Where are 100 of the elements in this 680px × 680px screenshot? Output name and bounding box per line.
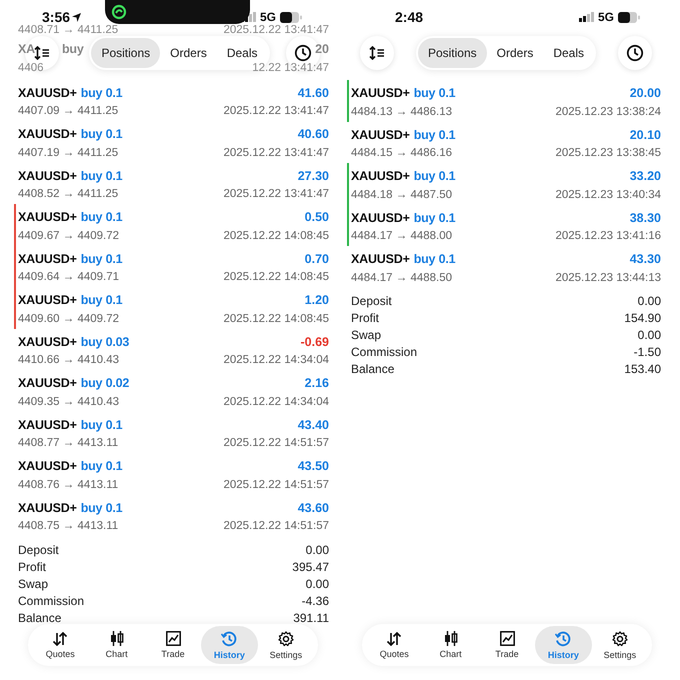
- price-text: 4408.77 → 4413.11: [18, 437, 118, 449]
- symbol-text: XAUUSD+: [18, 376, 77, 390]
- side-text: buy 0.1: [80, 210, 122, 224]
- summary-value: 395.47: [292, 560, 329, 574]
- summary-label: Commission: [351, 345, 418, 359]
- profit-text: 0.70: [304, 252, 329, 266]
- deal-row[interactable]: XAUUSD+ buy 0.1 33.20 4484.18 → 4487.50 2025.12.23 13:40:34: [351, 163, 661, 204]
- deal-row[interactable]: XAUUSD+ buy 0.1 40.60 4407.19 → 4411.25 2025.12.22 13:41:47: [18, 121, 329, 162]
- symbol-text: XAUUSD+: [18, 168, 77, 182]
- profit-text: 43.30: [630, 252, 661, 266]
- symbol-text: XAUUSD+: [18, 127, 77, 141]
- side-text: buy 0.1: [80, 252, 122, 266]
- tab[interactable]: Deals: [543, 38, 594, 68]
- deal-row[interactable]: XAUUSD+ buy 0.1 27.30 4408.52 → 4411.25 2025.12.22 13:41:47: [18, 162, 329, 204]
- side-text: buy 0.1: [414, 86, 456, 100]
- tab[interactable]: Positions: [418, 38, 487, 68]
- side-text: buy 0.03: [80, 334, 130, 348]
- deal-row[interactable]: XAUUSD+ buy 0.1 43.50 4408.76 → 4413.11 2025.12.22 14:51:57: [18, 453, 329, 494]
- deal-row[interactable]: XAUUSD+ buy 0.1 43.60 4408.75 → 4413.11 2025.12.22 14:51:57: [18, 494, 329, 536]
- nav-item[interactable]: Chart: [88, 626, 145, 664]
- nav-item[interactable]: Chart: [422, 626, 479, 664]
- price-text: 4408.52 → 4411.25: [18, 188, 118, 200]
- deal-row[interactable]: XAUUSD+ buy 0.1 43.30 4484.17 → 4488.50 2025.12.23 13:44:13: [351, 246, 661, 288]
- side-text: buy 0.1: [80, 127, 122, 141]
- date-text: 2025.12.23 13:40:34: [555, 188, 661, 200]
- summary-value: -4.36: [302, 594, 329, 608]
- settings-icon: [278, 630, 294, 646]
- price-text: 4409.60 → 4409.72: [18, 312, 120, 324]
- price-text: 4409.67 → 4409.72: [18, 230, 120, 242]
- symbol-text: XAUUSD+: [351, 169, 410, 183]
- summary-label: Swap: [351, 328, 382, 342]
- profit-text: 43.40: [298, 418, 329, 432]
- nav-item[interactable]: Trade: [478, 626, 536, 664]
- profit-text: 20.00: [630, 86, 661, 100]
- symbol-text: XAUUSD+: [18, 252, 77, 266]
- deal-row[interactable]: XAUUSD+ buy 0.1 38.30 4484.17 → 4488.00 2025.12.23 13:41:16: [351, 204, 661, 246]
- deal-row[interactable]: XAUUSD+ buy 0.1 41.60 4407.09 → 4411.25 2025.12.22 13:41:47: [18, 80, 329, 121]
- price-text: 4484.15 → 4486.16: [351, 147, 452, 159]
- profit-text: 20.10: [630, 128, 661, 142]
- deal-row[interactable]: XAUUSD+ buy 0.1 20.00 4484.13 → 4486.13 2025.12.23 13:38:24: [351, 80, 661, 122]
- price-text: 4406: [18, 62, 44, 74]
- nav-item[interactable]: Trade: [144, 626, 202, 664]
- chart-icon: [500, 631, 515, 646]
- chart-icon: [166, 631, 181, 646]
- price-text: 4484.17 → 4488.00: [351, 230, 452, 242]
- deal-row[interactable]: XAUUSD+ buy 0.1 0.50 4409.67 → 4409.72 2025.12.22 14:08:45: [18, 204, 329, 246]
- nav-item[interactable]: Quotes: [366, 626, 422, 664]
- tab[interactable]: Orders: [486, 38, 544, 68]
- nav-item[interactable]: Settings: [592, 626, 648, 664]
- price-text: 4408.75 → 4413.11: [18, 520, 118, 532]
- sort-icon: [34, 46, 50, 60]
- date-text: 12.22 13:41:47: [252, 62, 329, 74]
- date-text: 2025.12.22 14:34:04: [223, 354, 329, 366]
- tab[interactable]: Positions: [91, 38, 160, 68]
- date-text: 2025.12.22 14:51:57: [223, 478, 329, 490]
- price-text: 4410.66 → 4410.43: [18, 354, 120, 366]
- nav-item[interactable]: Settings: [258, 626, 314, 664]
- profit-text: 1.20: [304, 293, 329, 307]
- profit-text: 40.60: [298, 127, 329, 141]
- price-text: 4407.19 → 4411.25: [18, 146, 118, 158]
- price-text: 4409.35 → 4410.43: [18, 396, 120, 408]
- side-text: buy 0.1: [80, 418, 122, 432]
- deal-row[interactable]: XAUUSD+ buy 0.1 0.70 4409.64 → 4409.71 2025.12.22 14:08:45: [18, 246, 329, 287]
- price-text: 4409.64 → 4409.71: [18, 271, 120, 283]
- symbol-text: XAUUSD+: [351, 252, 410, 266]
- clock-button[interactable]: [618, 36, 652, 70]
- symbol-text: XAUUSD+: [18, 500, 77, 514]
- side-text: buy 0.1: [80, 86, 122, 100]
- symbol-text: XAUUSD+: [351, 86, 410, 100]
- summary-value: 153.40: [624, 362, 661, 376]
- price-text: 4484.17 → 4488.50: [351, 272, 452, 284]
- history-icon: [555, 630, 572, 646]
- summary-label: Deposit: [18, 542, 59, 556]
- candles-icon: [110, 631, 124, 646]
- symbol-text: XAUUSD+: [18, 418, 77, 432]
- date-text: 2025.12.23 13:41:16: [555, 230, 661, 242]
- deal-row[interactable]: XAUUSD+ buy 0.03 -0.69 4410.66 → 4410.43 2025.12.22 14:34:04: [18, 328, 329, 370]
- date-text: 2025.12.22 13:41:47: [223, 188, 329, 200]
- summary-label: Commission: [18, 594, 84, 608]
- date-text: 2025.12.22 13:41:47: [223, 24, 329, 36]
- deal-row[interactable]: XAUUSD+ buy 0.1 20.10 4484.15 → 4486.16 2025.12.23 13:38:45: [351, 122, 661, 163]
- deal-row[interactable]: XAUUSD+ buy 0.1 43.40 4408.77 → 4413.11 2025.12.22 14:51:57: [18, 412, 329, 453]
- summary-value: 154.90: [624, 311, 661, 325]
- deal-row[interactable]: XAUUSD+ buy 0.1 1.20 4409.60 → 4409.72 2025.12.22 14:08:45: [18, 287, 329, 328]
- sort-button[interactable]: [360, 36, 394, 70]
- side-text: buy 0.1: [414, 128, 456, 142]
- date-text: 2025.12.22 14:08:45: [223, 312, 329, 324]
- side-text: buy 0.1: [80, 459, 122, 473]
- deal-row[interactable]: XAUUSD+ buy 0.02 2.16 4409.35 → 4410.43 2025.12.22 14:34:04: [18, 370, 329, 412]
- price-text: 4408.71 → 4411.25: [18, 24, 118, 36]
- settings-icon: [612, 630, 628, 646]
- tab[interactable]: Orders: [160, 38, 217, 68]
- nav-item[interactable]: Quotes: [32, 626, 88, 664]
- symbol-text: XAUUSD+: [18, 459, 77, 473]
- sort-icon: [369, 46, 385, 60]
- arrows-icon: [52, 632, 68, 646]
- status-time: 2:48: [395, 9, 424, 25]
- date-text: 2025.12.23 13:38:24: [555, 106, 661, 118]
- date-text: 2025.12.22 14:08:45: [223, 230, 329, 242]
- battery-icon: [280, 12, 302, 22]
